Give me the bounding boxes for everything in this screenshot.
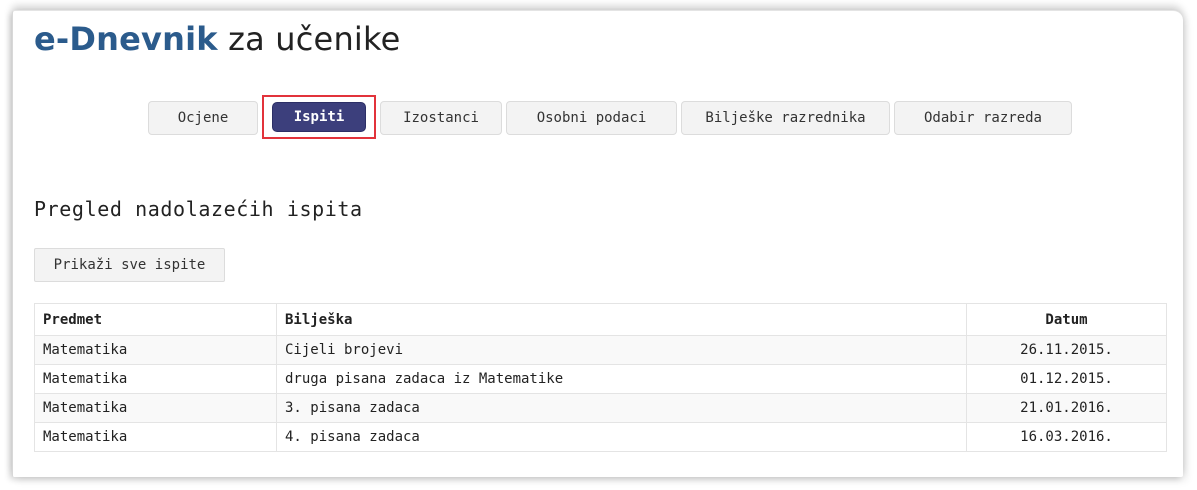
tab-osobni-podaci[interactable]: Osobni podaci: [506, 101, 677, 135]
cell-date: 01.12.2015.: [966, 364, 1167, 394]
page-title: e-Dnevnik za učenike: [34, 20, 401, 58]
section-title: Pregled nadolazećih ispita: [34, 197, 363, 221]
column-header-note: Bilješka: [276, 303, 967, 336]
column-header-date: Datum: [966, 303, 1167, 336]
tab-biljeske-razrednika[interactable]: Bilješke razrednika: [681, 101, 890, 135]
cell-subject: Matematika: [34, 364, 277, 394]
table-row: Matematika 3. pisana zadaca 21.01.2016.: [34, 393, 1167, 423]
cell-note: 4. pisana zadaca: [276, 422, 967, 452]
table-header-row: Predmet Bilješka Datum: [34, 303, 1167, 336]
cell-note: 3. pisana zadaca: [276, 393, 967, 423]
cell-subject: Matematika: [34, 422, 277, 452]
table-row: Matematika 4. pisana zadaca 16.03.2016.: [34, 422, 1167, 452]
cell-note: druga pisana zadaca iz Matematike: [276, 364, 967, 394]
title-subtitle: za učenike: [228, 20, 401, 58]
brand-name: e-Dnevnik: [34, 20, 218, 58]
cell-note: Cijeli brojevi: [276, 335, 967, 365]
cell-subject: Matematika: [34, 335, 277, 365]
tab-ocjene[interactable]: Ocjene: [148, 101, 258, 135]
cell-date: 21.01.2016.: [966, 393, 1167, 423]
active-tab-highlight: Ispiti: [262, 95, 376, 139]
table-row: Matematika Cijeli brojevi 26.11.2015.: [34, 335, 1167, 365]
tab-odabir-razreda[interactable]: Odabir razreda: [894, 101, 1072, 135]
cell-date: 16.03.2016.: [966, 422, 1167, 452]
cell-date: 26.11.2015.: [966, 335, 1167, 365]
tab-izostanci[interactable]: Izostanci: [380, 101, 502, 135]
tab-ispiti[interactable]: Ispiti: [272, 102, 366, 132]
cell-subject: Matematika: [34, 393, 277, 423]
column-header-subject: Predmet: [34, 303, 277, 336]
exams-table: Predmet Bilješka Datum Matematika Cijeli…: [34, 303, 1167, 452]
table-row: Matematika druga pisana zadaca iz Matema…: [34, 364, 1167, 394]
show-all-exams-button[interactable]: Prikaži sve ispite: [34, 248, 225, 282]
main-tabs: Ocjene Ispiti Izostanci Osobni podaci Bi…: [148, 95, 1072, 139]
